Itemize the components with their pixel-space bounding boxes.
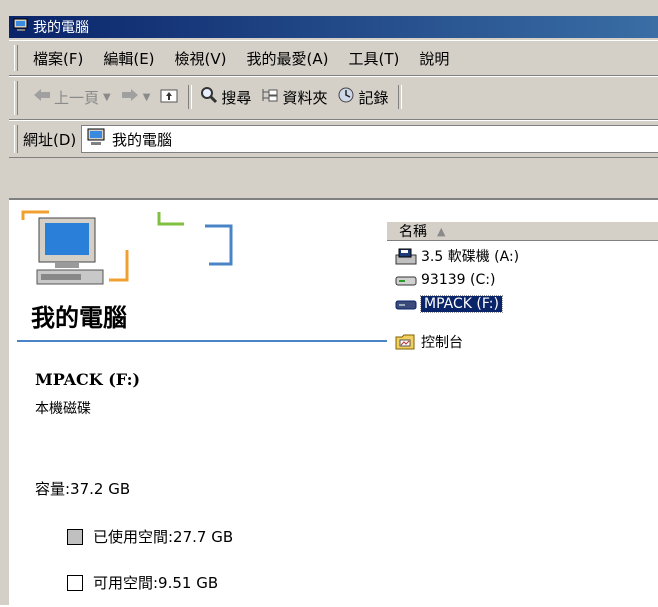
- up-folder-icon: [160, 87, 178, 107]
- back-button[interactable]: 上一頁 ▼: [33, 87, 111, 108]
- selected-drive-name: MPACK (F:): [35, 370, 141, 389]
- hero-title: 我的電腦: [31, 303, 127, 332]
- menu-tools[interactable]: 工具(T): [348, 48, 399, 69]
- capacity-text: 容量:37.2 GB: [35, 480, 131, 498]
- list-item-label: MPACK (F:): [420, 295, 503, 313]
- menu-file[interactable]: 檔案(F): [33, 48, 83, 69]
- content-area: 我的電腦 MPACK (F:) 本機磁碟 容量:37.2 GB 已使用空間:27…: [9, 198, 658, 607]
- search-icon: [200, 86, 218, 108]
- control-panel-icon: [395, 333, 421, 351]
- free-space-row: 可用空間:9.51 GB: [67, 572, 218, 593]
- folders-icon: [261, 87, 279, 107]
- list-item-label: 控制台: [421, 335, 463, 351]
- free-space-text: 可用空間:9.51 GB: [93, 574, 219, 592]
- search-label: 搜尋: [221, 88, 252, 107]
- list-item-control-panel[interactable]: 控制台: [395, 330, 519, 354]
- hard-drive-icon: [395, 271, 421, 289]
- menu-favorites[interactable]: 我的最愛(A): [247, 48, 329, 69]
- window: 我的電腦 檔案(F) 編輯(E) 檢視(V) 我的最愛(A) 工具(T) 說明 …: [0, 0, 658, 607]
- details-pane: 我的電腦 MPACK (F:) 本機磁碟 容量:37.2 GB 已使用空間:27…: [9, 200, 387, 607]
- sort-ascending-icon: ▲: [437, 224, 446, 238]
- column-header-label: 名稱: [399, 224, 427, 240]
- folders-label: 資料夾: [282, 88, 328, 107]
- title-bar[interactable]: 我的電腦: [9, 16, 658, 38]
- history-icon: [337, 86, 355, 108]
- list-item-label: 93139 (C:): [421, 272, 496, 288]
- computer-icon: [29, 214, 115, 294]
- back-label: 上一頁: [54, 88, 100, 107]
- address-value: 我的電腦: [112, 130, 173, 149]
- file-list: 3.5 軟碟機 (A:) 93139 (C:) MPACK (F:) 控制台: [395, 244, 519, 354]
- list-item-floppy[interactable]: 3.5 軟碟機 (A:): [395, 244, 519, 268]
- toolbar-grip[interactable]: [14, 81, 18, 115]
- window-title: 我的電腦: [33, 20, 89, 36]
- computer-icon: [86, 128, 106, 150]
- file-list-pane: 名稱 ▲ 3.5 軟碟機 (A:) 93139 (C:) MPACK (F:) …: [387, 200, 658, 607]
- search-button[interactable]: 搜尋: [200, 86, 251, 108]
- hero-banner: 我的電腦: [9, 200, 387, 342]
- used-space-text: 已使用空間:27.7 GB: [93, 528, 234, 546]
- forward-arrow-icon: [121, 88, 139, 106]
- list-item-label: 3.5 軟碟機 (A:): [421, 249, 520, 265]
- list-item-drive-c[interactable]: 93139 (C:): [395, 268, 519, 292]
- toolbar-separator: [188, 85, 193, 109]
- menu-view[interactable]: 檢視(V): [175, 48, 227, 69]
- column-header-name[interactable]: 名稱 ▲: [387, 222, 658, 241]
- menu-edit[interactable]: 編輯(E): [103, 48, 154, 69]
- forward-dropdown-icon[interactable]: ▼: [143, 92, 151, 103]
- hard-drive-icon: [395, 295, 421, 313]
- used-space-row: 已使用空間:27.7 GB: [67, 526, 233, 547]
- history-button[interactable]: 記錄: [337, 86, 388, 108]
- hero-divider: [17, 340, 387, 342]
- floppy-drive-icon: [395, 247, 421, 265]
- address-input[interactable]: 我的電腦: [81, 125, 658, 153]
- back-arrow-icon: [33, 88, 51, 106]
- toolbar-separator-end: [398, 85, 403, 109]
- up-folder-button[interactable]: [160, 87, 178, 107]
- address-bar: 網址(D) 我的電腦: [9, 120, 658, 158]
- used-space-swatch: [67, 528, 83, 545]
- back-dropdown-icon[interactable]: ▼: [103, 92, 111, 103]
- list-item-drive-f[interactable]: MPACK (F:): [395, 292, 519, 316]
- standard-toolbar: 上一頁 ▼ ▼ 搜尋 資料夾 記錄: [9, 76, 658, 120]
- menu-grip[interactable]: [14, 45, 18, 71]
- menu-bar: 檔案(F) 編輯(E) 檢視(V) 我的最愛(A) 工具(T) 說明: [9, 40, 658, 76]
- address-grip[interactable]: [14, 125, 18, 153]
- address-label: 網址(D): [23, 131, 77, 149]
- folders-button[interactable]: 資料夾: [261, 87, 327, 108]
- selected-drive-type: 本機磁碟: [35, 401, 91, 417]
- free-space-swatch: [67, 574, 83, 591]
- menu-help[interactable]: 說明: [419, 48, 449, 69]
- history-label: 記錄: [358, 88, 389, 107]
- computer-icon: [13, 18, 29, 36]
- forward-button[interactable]: ▼: [121, 88, 151, 106]
